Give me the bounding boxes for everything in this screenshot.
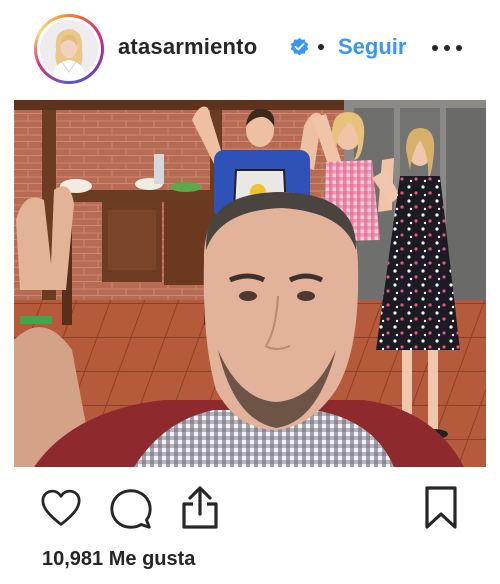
verified-badge-icon [290,37,309,56]
username[interactable]: atasarmiento [118,34,257,60]
avatar-image [40,20,98,78]
post-photo[interactable] [14,100,486,467]
post-header: atasarmiento Seguir [0,0,500,100]
likes-label: Me gusta [108,548,196,570]
likes-count: 10,981 [42,548,104,570]
more-options-icon[interactable] [432,44,464,54]
likes-summary[interactable]: 10,981 Me gusta [42,548,195,571]
avatar[interactable] [40,20,98,78]
action-bar [0,478,500,538]
follow-button[interactable]: Seguir [338,34,406,60]
separator-dot [318,44,324,50]
bookmark-icon[interactable] [424,486,458,530]
comment-bubble-icon[interactable] [110,488,152,530]
story-ring[interactable] [34,14,104,84]
heart-icon[interactable] [40,489,82,527]
selfie-photo [14,100,486,467]
share-upload-icon[interactable] [180,486,220,530]
